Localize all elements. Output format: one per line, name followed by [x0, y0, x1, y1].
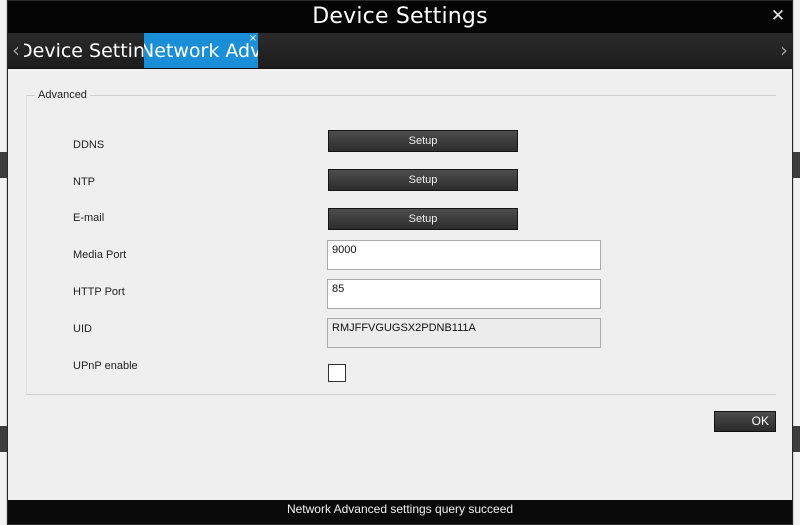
upnp-checkbox[interactable]: [328, 364, 346, 382]
tab-label: Network Advanced: [144, 40, 258, 62]
ok-button[interactable]: OK: [714, 411, 776, 432]
chevron-right-icon[interactable]: ›: [776, 33, 792, 68]
media-port-input[interactable]: 9000: [327, 240, 601, 270]
status-text: Network Advanced settings query succeed: [286, 502, 514, 516]
tab-network-advanced[interactable]: Network Advanced: [144, 33, 258, 68]
background-handle: [793, 152, 800, 178]
background-handle: [0, 152, 7, 178]
settings-panel: Advanced DDNS Setup NTP Setup E-mail Set…: [8, 70, 792, 500]
ntp-label: NTP: [73, 176, 95, 188]
ntp-setup-button[interactable]: Setup: [328, 169, 518, 191]
status-bar: Network Advanced settings query succeed: [8, 500, 792, 524]
http-port-input[interactable]: 85: [327, 279, 601, 309]
email-label: E-mail: [73, 212, 105, 224]
ddns-label: DDNS: [73, 139, 105, 151]
window-title: Device Settings: [312, 4, 488, 29]
tab-device-settings[interactable]: Device Settings: [24, 33, 144, 68]
tab-close-icon[interactable]: ×: [248, 34, 258, 44]
media-port-label: Media Port: [73, 249, 127, 261]
background-handle: [793, 426, 800, 452]
tabs-viewport: Device Settings Network Advanced: [24, 33, 258, 68]
http-port-label: HTTP Port: [73, 286, 125, 298]
email-setup-button[interactable]: Setup: [328, 208, 518, 230]
screen: Device Settings ✕ ‹ Device Settings Netw…: [0, 0, 800, 525]
title-bar[interactable]: Device Settings ✕: [8, 1, 792, 33]
uid-field[interactable]: RMJFFVGUGSX2PDNB111A: [327, 318, 601, 348]
chevron-left-icon[interactable]: ‹: [8, 33, 24, 68]
group-legend: Advanced: [35, 89, 90, 101]
uid-label: UID: [73, 323, 92, 335]
close-icon[interactable]: ✕: [768, 6, 788, 26]
tab-label: Device Settings: [24, 40, 144, 62]
upnp-label: UPnP enable: [73, 360, 138, 372]
tab-strip: ‹ Device Settings Network Advanced × ›: [8, 33, 792, 69]
device-settings-dialog: Device Settings ✕ ‹ Device Settings Netw…: [7, 0, 793, 525]
background-handle: [0, 426, 7, 452]
ddns-setup-button[interactable]: Setup: [328, 130, 518, 152]
